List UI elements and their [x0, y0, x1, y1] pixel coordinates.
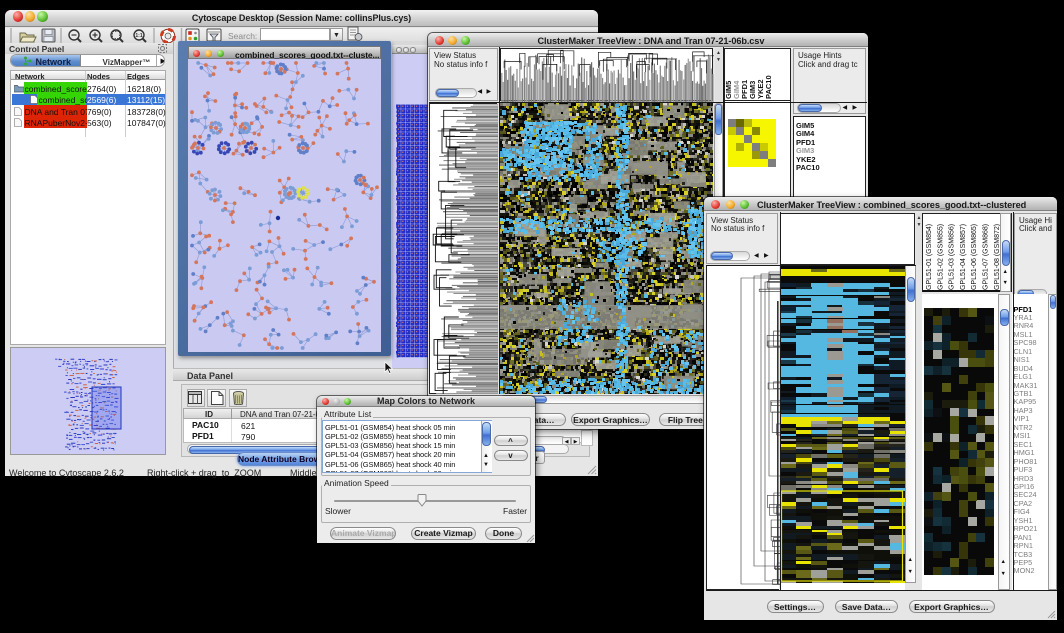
- svg-text:GPL51-04 (GSM857): GPL51-04 (GSM857): [960, 223, 967, 289]
- svg-text:GPL51-02 (GSM855): GPL51-02 (GSM855): [937, 223, 944, 289]
- svg-text:GPL51-01 (GSM854): GPL51-01 (GSM854): [926, 223, 933, 289]
- svg-text:1:1: 1:1: [135, 33, 142, 39]
- svg-text:Search:: Search:: [228, 31, 257, 41]
- svg-text:GPL51-06 (GSM865): GPL51-06 (GSM865): [971, 223, 978, 289]
- svg-text:GPL51-03 (GSM856): GPL51-03 (GSM856): [949, 223, 956, 289]
- svg-text:PAC10: PAC10: [764, 75, 773, 99]
- svg-text:GPL51-07 (GSM868): GPL51-07 (GSM868): [983, 223, 990, 289]
